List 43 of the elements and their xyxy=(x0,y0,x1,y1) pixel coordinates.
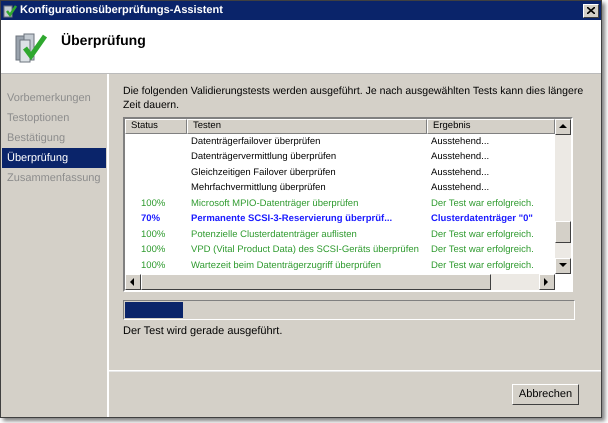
vertical-scrollbar[interactable] xyxy=(555,119,571,274)
status-cell: 100% xyxy=(141,198,166,209)
scroll-left-button[interactable] xyxy=(125,274,141,290)
test-cell: Wartezeit beim Datenträgerzugriff überprüfen xyxy=(191,260,382,271)
intro-text: Die folgenden Validierungstests werden ausgeführt. Je nach ausgewählten Tests kann dies längere Zeit dauern. xyxy=(123,84,584,112)
status-text: Der Test wird gerade ausgeführt. xyxy=(123,324,284,339)
horizontal-scrollbar[interactable] xyxy=(125,274,555,290)
close-button[interactable] xyxy=(583,4,599,18)
cancel-button[interactable]: Abbrechen xyxy=(512,384,579,405)
test-cell: Datenträgervermittlung überprüfen xyxy=(191,151,336,162)
column-header[interactable]: Ergebnis xyxy=(427,119,555,134)
scroll-right-button[interactable] xyxy=(539,274,555,290)
window-title: Konfigurationsüberprüfungs-Assistent xyxy=(20,3,224,18)
result-cell: Der Test war erfolgreich. xyxy=(431,260,534,271)
column-header[interactable]: Status xyxy=(125,119,187,134)
status-cell: 100% xyxy=(141,244,166,256)
result-cell: Clusterdatenträger "0" xyxy=(431,213,533,224)
test-cell: Microsoft MPIO-Datenträger überprüfen xyxy=(191,198,358,209)
test-cell: Datenträgerfailover überprüfen xyxy=(191,136,320,147)
page-title: Überprüfung xyxy=(61,31,146,50)
test-cell: VPD (Vital Product Data) des SCSI-Geräts überprüfen xyxy=(191,244,419,256)
column-header[interactable]: Testen xyxy=(187,119,427,134)
server-check-icon xyxy=(3,4,17,18)
result-cell: Ausstehend... xyxy=(431,151,490,162)
test-cell: Mehrfachvermittlung überprüfen xyxy=(191,182,326,194)
status-cell: 100% xyxy=(141,260,166,271)
close-icon xyxy=(587,7,595,14)
scroll-thumb[interactable] xyxy=(555,221,571,243)
result-cell: Ausstehend... xyxy=(431,166,490,178)
result-cell: Der Test war erfolgreich. xyxy=(431,228,534,240)
scroll-down-button[interactable] xyxy=(555,258,571,274)
status-cell: 70% xyxy=(141,213,160,224)
result-cell: Ausstehend... xyxy=(431,136,490,147)
sidebar-item[interactable]: Überprüfung xyxy=(2,148,106,168)
test-cell: Potenzielle Clusterdatenträger auflisten xyxy=(191,228,357,240)
result-cell: Der Test war erfolgreich. xyxy=(431,244,534,256)
scroll-thumb[interactable] xyxy=(141,274,491,290)
result-cell: Ausstehend... xyxy=(431,182,490,194)
test-cell: Permanente SCSI-3-Reservierung überprüf... xyxy=(191,213,392,224)
test-cell: Gleichzeitigen Failover überprüfen xyxy=(191,166,336,178)
result-cell: Der Test war erfolgreich. xyxy=(431,198,534,209)
status-cell: 100% xyxy=(141,228,166,240)
scroll-up-button[interactable] xyxy=(555,119,571,135)
